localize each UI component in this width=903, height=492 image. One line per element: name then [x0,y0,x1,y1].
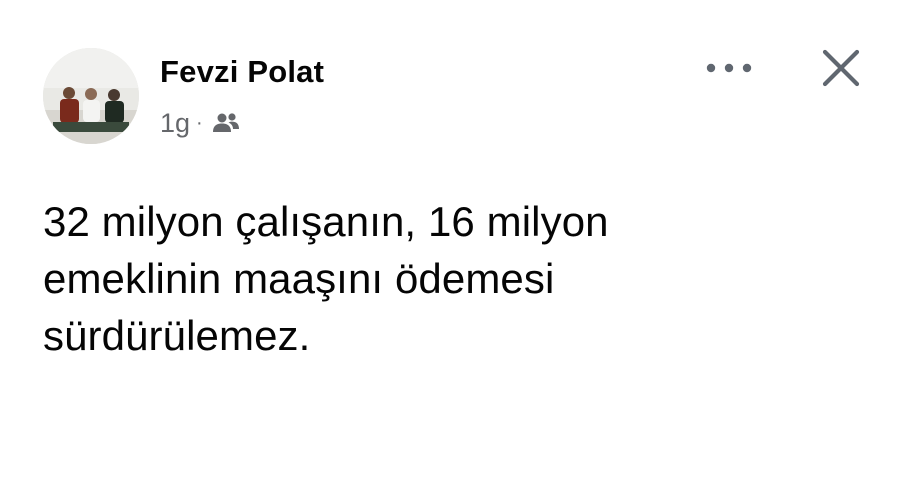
meta-separator: · [196,112,203,134]
more-options-icon [706,63,752,73]
post-timestamp[interactable]: 1g [160,108,190,139]
close-button[interactable] [812,42,870,94]
author-name[interactable]: Fevzi Polat [160,52,324,92]
avatar-photo [43,48,139,144]
author-avatar[interactable] [43,48,139,144]
close-icon [821,48,861,88]
post-text: 32 milyon çalışanın, 16 milyon emeklinin… [43,198,609,359]
friends-icon[interactable] [211,111,241,135]
post-meta: 1g · [160,105,241,141]
more-options-button[interactable] [700,48,758,88]
facebook-post: Fevzi Polat 1g · 32 milyon çalışanın, 16… [0,0,903,492]
